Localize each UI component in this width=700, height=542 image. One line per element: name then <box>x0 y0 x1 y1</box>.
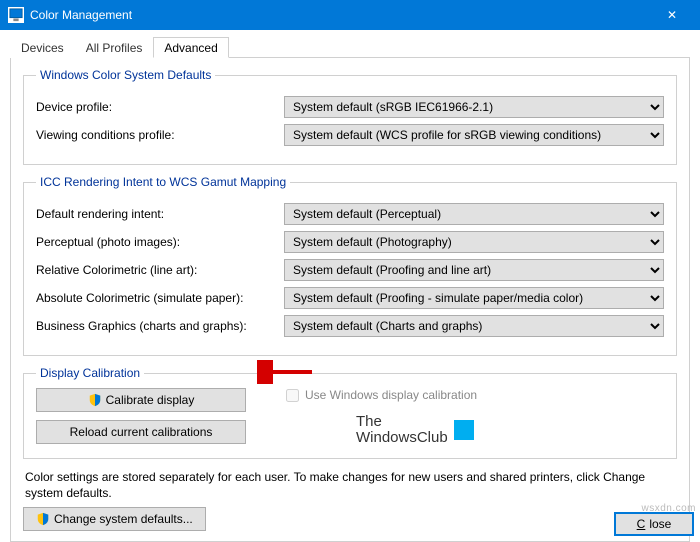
note-text: Color settings are stored separately for… <box>25 469 675 501</box>
close-icon: ✕ <box>667 8 677 22</box>
shield-icon <box>36 512 50 526</box>
tab-strip: Devices All Profiles Advanced <box>10 36 690 58</box>
relative-colorimetric-label: Relative Colorimetric (line art): <box>36 263 284 277</box>
viewing-conditions-select[interactable]: System default (WCS profile for sRGB vie… <box>284 124 664 146</box>
group-icc-mapping: ICC Rendering Intent to WCS Gamut Mappin… <box>23 175 677 356</box>
tab-panel-advanced: Windows Color System Defaults Device pro… <box>10 58 690 542</box>
titlebar: Color Management ✕ <box>0 0 700 30</box>
perceptual-select[interactable]: System default (Photography) <box>284 231 664 253</box>
shield-icon <box>88 393 102 407</box>
change-system-defaults-button[interactable]: Change system defaults... <box>23 507 206 531</box>
default-intent-select[interactable]: System default (Perceptual) <box>284 203 664 225</box>
flag-icon <box>454 420 474 440</box>
business-graphics-label: Business Graphics (charts and graphs): <box>36 319 284 333</box>
windowsclub-logo: The WindowsClub <box>356 414 664 446</box>
tab-devices[interactable]: Devices <box>10 37 75 58</box>
calibrate-display-button[interactable]: Calibrate display <box>36 388 246 412</box>
device-profile-label: Device profile: <box>36 100 284 114</box>
default-intent-label: Default rendering intent: <box>36 207 284 221</box>
viewing-conditions-label: Viewing conditions profile: <box>36 128 284 142</box>
window-title: Color Management <box>30 8 132 22</box>
close-button[interactable]: Close <box>614 512 694 536</box>
use-windows-calibration-input <box>286 389 299 402</box>
absolute-colorimetric-select[interactable]: System default (Proofing - simulate pape… <box>284 287 664 309</box>
window-close-button[interactable]: ✕ <box>652 0 692 30</box>
reload-calibrations-button[interactable]: Reload current calibrations <box>36 420 246 444</box>
tab-advanced[interactable]: Advanced <box>153 37 228 58</box>
group-calib-legend: Display Calibration <box>36 366 144 380</box>
use-windows-calibration-checkbox[interactable]: Use Windows display calibration <box>286 388 664 402</box>
app-icon <box>8 7 24 23</box>
group-display-calibration: Display Calibration Calibrate display Re… <box>23 366 677 459</box>
perceptual-label: Perceptual (photo images): <box>36 235 284 249</box>
group-wcs-defaults: Windows Color System Defaults Device pro… <box>23 68 677 165</box>
device-profile-select[interactable]: System default (sRGB IEC61966-2.1) <box>284 96 664 118</box>
tab-all-profiles[interactable]: All Profiles <box>75 37 154 58</box>
business-graphics-select[interactable]: System default (Charts and graphs) <box>284 315 664 337</box>
group-wcs-legend: Windows Color System Defaults <box>36 68 215 82</box>
relative-colorimetric-select[interactable]: System default (Proofing and line art) <box>284 259 664 281</box>
group-icc-legend: ICC Rendering Intent to WCS Gamut Mappin… <box>36 175 290 189</box>
absolute-colorimetric-label: Absolute Colorimetric (simulate paper): <box>36 291 284 305</box>
